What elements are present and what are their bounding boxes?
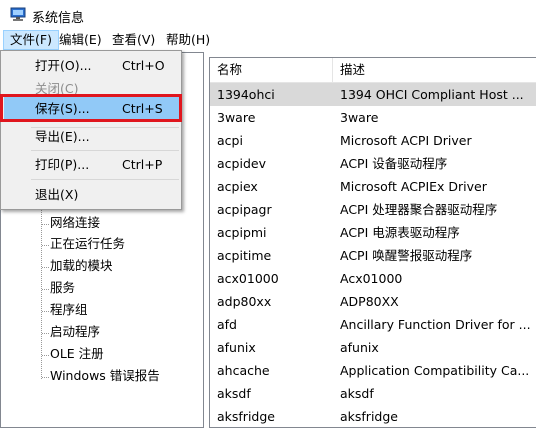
- cell-description: ADP80XX: [340, 294, 399, 309]
- column-header-name[interactable]: 名称: [217, 58, 242, 82]
- cell-name: aksfridge: [217, 409, 275, 424]
- menu-item-open[interactable]: 打开(O)... Ctrl+O: [4, 54, 179, 77]
- cell-name: ahcache: [217, 363, 270, 378]
- table-row[interactable]: 3ware 3ware: [210, 106, 536, 129]
- cell-description: ACPI 唤醒警报驱动程序: [340, 248, 473, 263]
- cell-description: aksfridge: [340, 409, 398, 424]
- menu-item-exit[interactable]: 退出(X): [4, 183, 179, 206]
- cell-description: ACPI 处理器聚合器驱动程序: [340, 202, 498, 217]
- cell-description: aksdf: [340, 386, 374, 401]
- table-row[interactable]: acpiex Microsoft ACPIEx Driver: [210, 175, 536, 198]
- tree-item-startup-programs[interactable]: 启动程序: [50, 322, 100, 342]
- cell-description: 1394 OHCI Compliant Host ...: [340, 87, 524, 102]
- menu-item-label: 打开(O)...: [35, 58, 92, 73]
- tree-item-windows-error-reporting[interactable]: Windows 错误报告: [50, 366, 160, 386]
- tree-branch: [42, 311, 49, 312]
- cell-description: afunix: [340, 340, 379, 355]
- menu-help[interactable]: 帮助(H): [160, 30, 216, 50]
- tree-branch: [42, 224, 49, 225]
- table-row[interactable]: aksdf aksdf: [210, 382, 536, 405]
- cell-name: acx01000: [217, 271, 279, 286]
- menu-separator: [31, 179, 179, 180]
- menu-item-label: 退出(X): [35, 187, 79, 202]
- cell-description: Acx01000: [340, 271, 403, 286]
- cell-name: acpipagr: [217, 202, 272, 217]
- menu-view[interactable]: 查看(V): [106, 30, 161, 50]
- cell-name: aksdf: [217, 386, 251, 401]
- cell-description: ACPI 电源表驱动程序: [340, 225, 460, 240]
- table-row[interactable]: afunix afunix: [210, 336, 536, 359]
- save-highlight-box: [0, 94, 182, 122]
- table-row[interactable]: acpipmi ACPI 电源表驱动程序: [210, 221, 536, 244]
- column-divider[interactable]: [332, 58, 333, 82]
- cell-description: ACPI 设备驱动程序: [340, 156, 448, 171]
- cell-description: Ancillary Function Driver for ...: [340, 317, 530, 332]
- title-bar: 系统信息: [0, 0, 536, 30]
- table-row[interactable]: acpidev ACPI 设备驱动程序: [210, 152, 536, 175]
- menu-separator: [31, 150, 179, 151]
- cell-name: 3ware: [217, 110, 256, 125]
- tree-branch: [42, 333, 49, 334]
- table-row[interactable]: acpitime ACPI 唤醒警报驱动程序: [210, 244, 536, 267]
- cell-description: Application Compatibility Ca...: [340, 363, 530, 378]
- table-row[interactable]: acpi Microsoft ACPI Driver: [210, 129, 536, 152]
- menu-item-export[interactable]: 导出(E)...: [4, 125, 179, 148]
- tree-branch: [42, 245, 49, 246]
- file-menu-dropdown: 打开(O)... Ctrl+O 关闭(C) 保存(S)... Ctrl+S 导出…: [0, 50, 182, 210]
- menu-bar: 文件(F) 编辑(E) 查看(V) 帮助(H): [0, 30, 536, 50]
- table-row[interactable]: acx01000 Acx01000: [210, 267, 536, 290]
- cell-name: acpidev: [217, 156, 266, 171]
- cell-name: acpipmi: [217, 225, 267, 240]
- menu-file[interactable]: 文件(F): [3, 30, 59, 50]
- tree-branch: [42, 377, 49, 378]
- tree-item-services[interactable]: 服务: [50, 278, 75, 298]
- cell-name: 1394ohci: [217, 87, 275, 102]
- table-row[interactable]: acpipagr ACPI 处理器聚合器驱动程序: [210, 198, 536, 221]
- tree-item-loaded-modules[interactable]: 加载的模块: [50, 256, 113, 276]
- table-row[interactable]: aksfridge aksfridge: [210, 405, 536, 427]
- cell-name: acpi: [217, 133, 243, 148]
- table-row[interactable]: ahcache Application Compatibility Ca...: [210, 359, 536, 382]
- details-list[interactable]: 名称 描述 1394ohci 1394 OHCI Compliant Host .…: [209, 57, 536, 428]
- tree-item-program-groups[interactable]: 程序组: [50, 300, 88, 320]
- menu-item-shortcut: Ctrl+O: [122, 58, 165, 73]
- tree-branch: [42, 289, 49, 290]
- table-row[interactable]: 1394ohci 1394 OHCI Compliant Host ...: [210, 83, 536, 106]
- cell-name: acpitime: [217, 248, 272, 263]
- system-info-icon: [10, 7, 26, 21]
- tree-branch: [42, 355, 49, 356]
- cell-name: acpiex: [217, 179, 258, 194]
- list-header: 名称 描述: [210, 58, 536, 83]
- menu-item-print[interactable]: 打印(P)... Ctrl+P: [4, 153, 179, 176]
- column-header-description[interactable]: 描述: [340, 58, 365, 82]
- menu-item-label: 导出(E)...: [35, 129, 90, 144]
- cell-description: Microsoft ACPI Driver: [340, 133, 472, 148]
- menu-item-label: 打印(P)...: [35, 157, 90, 172]
- window-title: 系统信息: [32, 11, 85, 26]
- cell-description: 3ware: [340, 110, 379, 125]
- cell-name: afunix: [217, 340, 256, 355]
- tree-item-ole-registration[interactable]: OLE 注册: [50, 344, 104, 364]
- cell-name: afd: [217, 317, 237, 332]
- table-row[interactable]: afd Ancillary Function Driver for ...: [210, 313, 536, 336]
- menu-item-shortcut: Ctrl+P: [122, 157, 163, 172]
- tree-item-running-tasks[interactable]: 正在运行任务: [50, 234, 125, 254]
- tree-item-network[interactable]: 网络连接: [50, 213, 100, 233]
- cell-name: adp80xx: [217, 294, 272, 309]
- cell-description: Microsoft ACPIEx Driver: [340, 179, 487, 194]
- table-row[interactable]: adp80xx ADP80XX: [210, 290, 536, 313]
- tree-branch: [42, 267, 49, 268]
- menu-edit[interactable]: 编辑(E): [53, 30, 108, 50]
